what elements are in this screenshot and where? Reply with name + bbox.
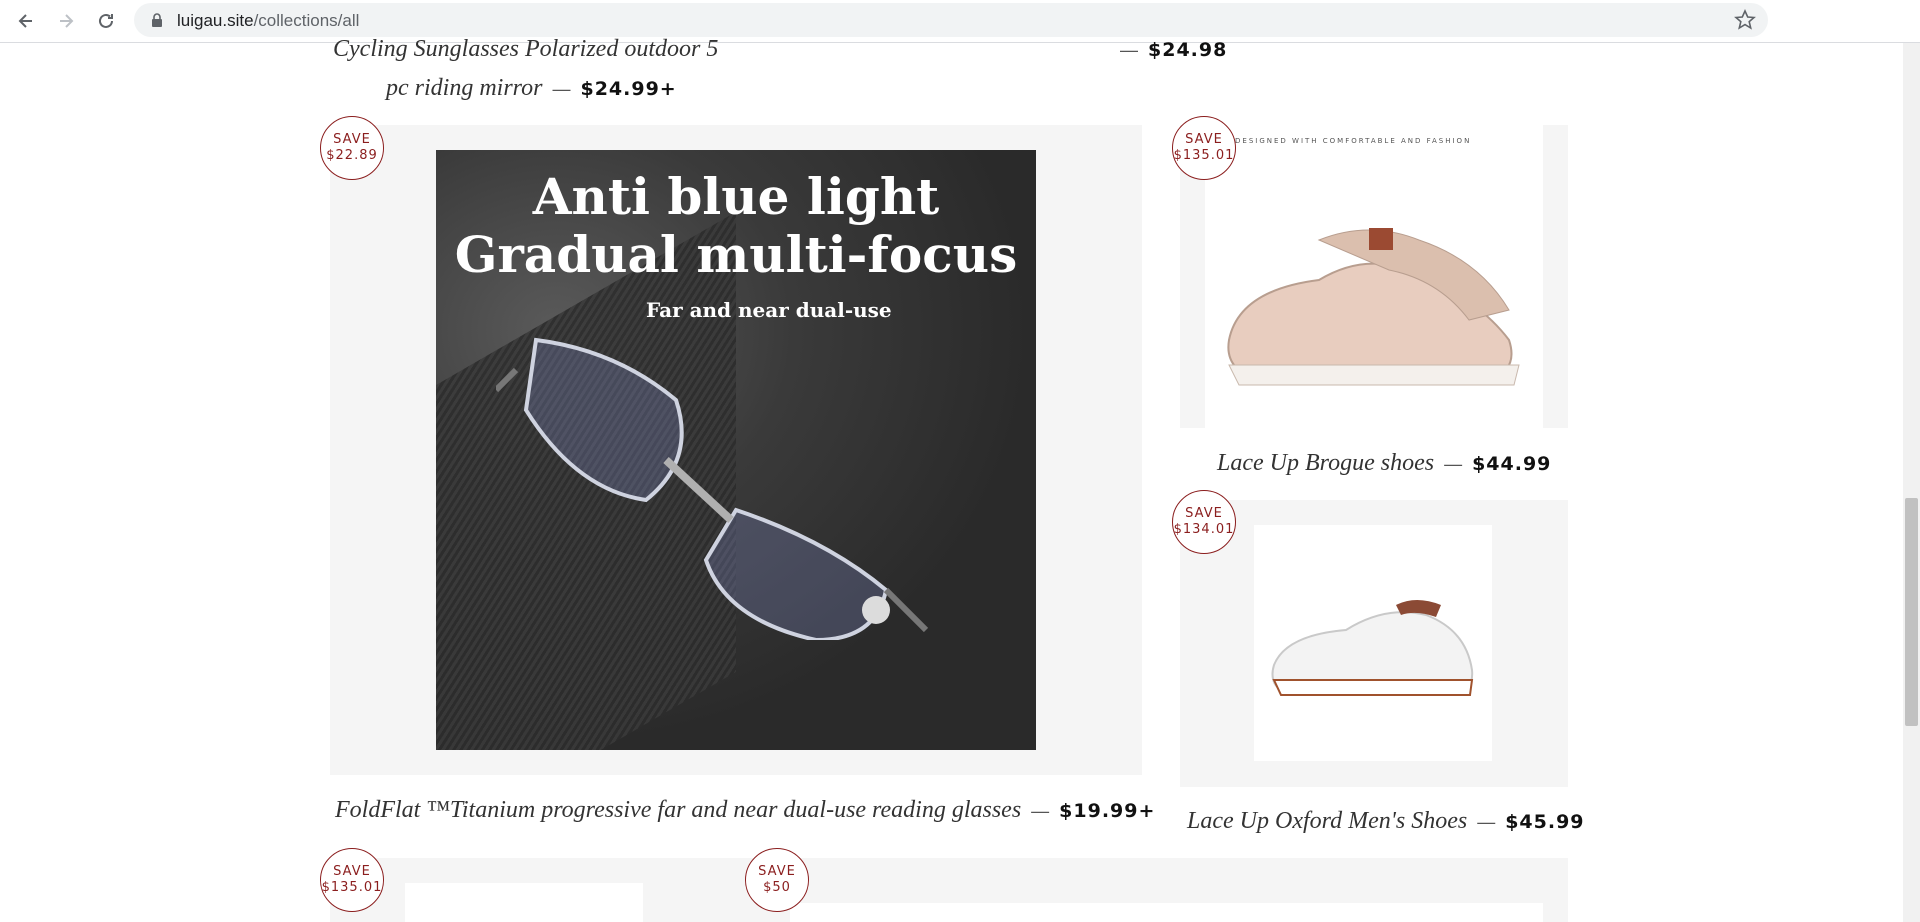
product-title-brogue[interactable]: Lace Up Brogue shoes — $44.99	[1217, 450, 1551, 477]
glasses-illustration-icon	[496, 337, 929, 640]
product-price: $24.99+	[580, 78, 677, 100]
product-image-oxford[interactable]	[1254, 525, 1492, 761]
product-price-top-right: — $24.98	[1120, 39, 1228, 61]
brogue-shoe-icon	[1227, 228, 1520, 386]
product-title-glasses[interactable]: FoldFlat ™Titanium progressive far and n…	[335, 797, 1155, 824]
star-icon[interactable]	[1734, 9, 1756, 31]
product-image-brogue[interactable]: DESIGNED WITH COMFORTABLE AND FASHION	[1205, 125, 1543, 428]
product-image-bottom-left[interactable]	[405, 883, 643, 922]
save-badge-brogue: SAVE $135.01	[1172, 116, 1236, 180]
product-title-cycling-sunglasses-line2[interactable]: pc riding mirror — $24.99+	[386, 75, 677, 102]
oxford-shoe-icon	[1271, 600, 1474, 696]
forward-arrow-icon	[60, 14, 74, 28]
image-text-headline: Anti blue light Gradual multi-focus	[454, 167, 1018, 284]
url-text: luigau.site/collections/all	[177, 11, 360, 30]
image-caption: DESIGNED WITH COMFORTABLE AND FASHION	[1235, 137, 1472, 145]
save-badge-bottom-left: SAVE $135.01	[320, 848, 384, 912]
save-badge-oxford: SAVE $134.01	[1172, 490, 1236, 554]
scrollbar-thumb[interactable]	[1905, 498, 1918, 726]
product-image-glasses[interactable]: Anti blue light Gradual multi-focus Far a…	[436, 150, 1036, 750]
back-arrow-icon	[18, 14, 32, 28]
product-title-cycling-sunglasses[interactable]: Cycling Sunglasses Polarized outdoor 5	[333, 36, 718, 63]
address-bar[interactable]: luigau.site/collections/all	[134, 3, 1768, 37]
save-badge-glasses: SAVE $22.89	[320, 116, 384, 180]
save-badge-bottom-right: SAVE $50	[745, 848, 809, 912]
back-button[interactable]	[12, 7, 40, 35]
reload-icon	[99, 13, 113, 28]
browser-toolbar: luigau.site/collections/all	[0, 0, 1920, 43]
lock-icon	[152, 13, 162, 27]
forward-button[interactable]	[52, 7, 80, 35]
product-title-oxford[interactable]: Lace Up Oxford Men's Shoes — $45.99	[1187, 808, 1585, 835]
product-price-oxford: $45.99	[1505, 811, 1585, 833]
product-price-glasses: $19.99+	[1059, 800, 1156, 822]
product-image-bottom-right[interactable]	[790, 903, 1543, 922]
reload-button[interactable]	[92, 7, 120, 35]
product-price-brogue: $44.99	[1472, 453, 1552, 475]
page-scrollbar[interactable]	[1903, 43, 1920, 922]
